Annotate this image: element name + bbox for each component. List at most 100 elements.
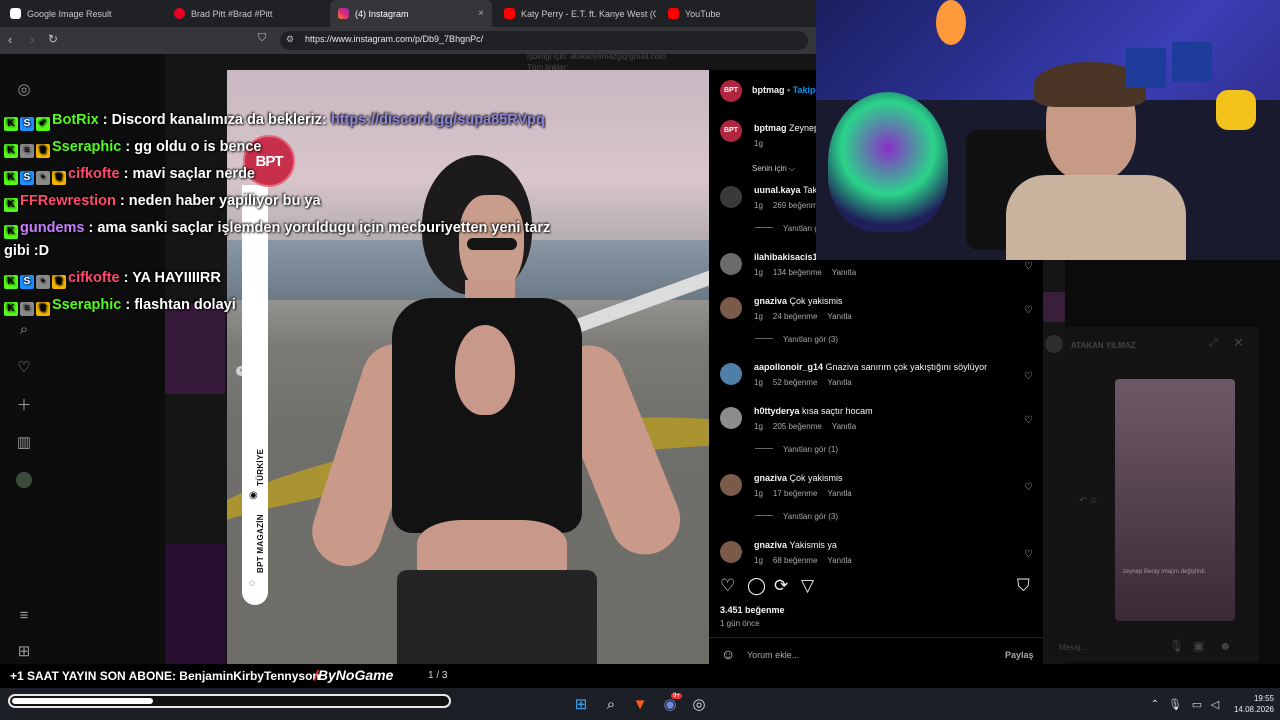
clock[interactable]: 19:55 14.08.2026 <box>1226 693 1274 715</box>
chat-username[interactable]: FFRewrestion <box>20 193 116 209</box>
tray-chevron-icon[interactable]: ⌃ <box>1146 696 1164 714</box>
tab-google-image[interactable]: Google Image Result <box>2 0 162 27</box>
comment-heart-icon[interactable]: ♡ <box>1024 482 1033 493</box>
avatar[interactable] <box>720 297 742 319</box>
chat-username[interactable]: Sseraphic <box>52 139 121 155</box>
view-replies-button[interactable]: Yanıtları g <box>755 224 819 233</box>
reload-icon[interactable]: ↻ <box>48 32 58 46</box>
chat-link[interactable]: https://discord.gg/supa85RVpq <box>331 112 545 128</box>
avatar[interactable]: BPT <box>720 120 742 142</box>
forward-icon[interactable]: › <box>30 32 34 47</box>
comment-username[interactable]: ilahibakisacis1 <box>754 252 818 262</box>
reply-button[interactable]: Yanıtla <box>827 489 851 498</box>
comment-username[interactable]: gnaziva <box>754 540 787 550</box>
shared-post-preview[interactable]: zeynep Beray imajını değiştirdi. <box>1115 379 1235 621</box>
profile-avatar[interactable] <box>16 472 32 488</box>
url-text[interactable]: https://www.instagram.com/p/Db9_7BhgnPc/ <box>305 34 483 44</box>
windows-start-icon[interactable]: ⊞ <box>572 696 590 714</box>
caption-username[interactable]: bptmag <box>754 123 787 133</box>
comment-username[interactable]: gnaziva <box>754 296 787 306</box>
emoji-icon[interactable]: ☺ <box>721 646 735 662</box>
chat-username[interactable]: cifkofte <box>68 270 120 286</box>
avatar[interactable] <box>720 253 742 275</box>
save-bookmark-icon[interactable]: ⛉ <box>1017 576 1030 596</box>
repost-icon[interactable]: ⟳ <box>774 576 788 596</box>
bookmark-icon[interactable]: ⛉ <box>258 32 266 45</box>
close-tab-icon[interactable]: × <box>478 8 484 19</box>
comment-like-count[interactable]: 134 beğenme <box>773 268 822 277</box>
comment-like-count[interactable]: 52 beğenme <box>773 378 817 387</box>
like-heart-icon[interactable]: ♡ <box>720 576 735 596</box>
avatar[interactable] <box>720 474 742 496</box>
reply-button[interactable]: Yanıtla <box>832 268 856 277</box>
reply-button[interactable]: Yanıtla <box>827 378 851 387</box>
tab-youtube[interactable]: YouTube <box>660 0 810 27</box>
comment-username[interactable]: uunal.kaya <box>754 185 801 195</box>
comment-like-count[interactable]: 17 beğenme <box>773 489 817 498</box>
apps-icon[interactable]: ⊞ <box>16 644 32 660</box>
obs-icon[interactable]: ◎ <box>690 696 708 714</box>
chat-username[interactable]: Sseraphic <box>52 297 121 313</box>
avatar[interactable] <box>720 407 742 429</box>
reply-icon[interactable]: ↶ ☺ <box>1079 495 1098 506</box>
expand-icon[interactable]: ⤢ <box>1209 337 1218 350</box>
view-replies-button[interactable]: Yanıtları gör (3) <box>755 335 838 344</box>
dm-username[interactable]: ATAKAN YILMAZ <box>1071 341 1135 350</box>
brave-browser-icon[interactable]: ▼ <box>631 696 649 714</box>
header-username[interactable]: bptmag • Takip <box>752 85 816 95</box>
comment-heart-icon[interactable]: ♡ <box>1024 415 1033 426</box>
image-icon[interactable]: ▣ <box>1193 639 1204 653</box>
feed-thumbnail[interactable] <box>1043 292 1065 322</box>
close-icon[interactable]: ✕ <box>1233 335 1244 351</box>
comment-heart-icon[interactable]: ♡ <box>1024 305 1033 316</box>
comment-heart-icon[interactable]: ♡ <box>1024 261 1033 272</box>
share-icon[interactable]: ▽ <box>801 576 814 596</box>
network-icon[interactable]: ▭ <box>1188 696 1206 714</box>
dashboard-icon[interactable]: ▥ <box>16 435 32 451</box>
reply-button[interactable]: Yanıtla <box>827 556 851 565</box>
comment-username[interactable]: gnaziva <box>754 473 787 483</box>
avatar[interactable] <box>720 186 742 208</box>
comment-icon[interactable]: ◯ <box>747 576 766 596</box>
sticker-icon[interactable]: ☻ <box>1219 639 1232 653</box>
avatar[interactable] <box>720 363 742 385</box>
comment-heart-icon[interactable]: ♡ <box>1024 371 1033 382</box>
post-image[interactable] <box>227 70 709 672</box>
comment-username[interactable]: h0ttyderya <box>754 406 800 416</box>
header-username-text[interactable]: bptmag <box>752 85 785 95</box>
chat-username[interactable]: gundems <box>20 220 84 236</box>
heart-icon[interactable]: ♡ <box>16 360 32 376</box>
feed-thumbnail[interactable] <box>165 544 225 664</box>
avatar[interactable] <box>720 541 742 563</box>
search-icon[interactable]: ⌕ <box>16 322 32 338</box>
back-icon[interactable]: ‹ <box>8 32 12 47</box>
chat-username[interactable]: cifkofte <box>68 166 120 182</box>
follow-button[interactable]: Takip <box>793 85 816 95</box>
view-replies-button[interactable]: Yanıtları gör (3) <box>755 512 838 521</box>
tab-brad-pitt[interactable]: Brad Pitt #Brad #Pitt <box>166 0 326 27</box>
comment-like-count[interactable]: 269 beğenme <box>773 201 822 210</box>
tab-katy-perry[interactable]: Katy Perry - E.T. ft. Kanye West (O <box>496 0 656 27</box>
microphone-icon[interactable]: 🎙 <box>1169 639 1184 653</box>
instagram-logo-icon[interactable]: ◎ <box>16 82 32 98</box>
chat-username[interactable]: BotRix <box>52 112 99 128</box>
view-replies-button[interactable]: Yanıtları gör (1) <box>755 445 838 454</box>
comment-username[interactable]: aapollonoir_g14 <box>754 362 823 372</box>
tab-instagram[interactable]: (4) Instagram × <box>330 0 492 27</box>
comment-filter[interactable]: Senin için ⌵ <box>752 164 795 174</box>
search-icon[interactable]: ⌕ <box>602 696 620 714</box>
post-comment-button[interactable]: Paylaş <box>1005 650 1034 660</box>
like-count[interactable]: 3.451 beğenme <box>720 605 785 615</box>
feed-thumbnail[interactable] <box>165 304 225 394</box>
reply-button[interactable]: Yanıtla <box>832 422 856 431</box>
comment-input[interactable]: Yorum ekle... <box>747 650 799 660</box>
menu-icon[interactable]: ≡ <box>16 608 32 624</box>
site-info-icon[interactable]: ⚙ <box>286 34 294 45</box>
avatar[interactable]: BPT <box>720 80 742 102</box>
comment-like-count[interactable]: 24 beğenme <box>773 312 817 321</box>
comment-like-count[interactable]: 205 beğenme <box>773 422 822 431</box>
comment-like-count[interactable]: 68 beğenme <box>773 556 817 565</box>
volume-icon[interactable]: ◁ <box>1206 696 1224 714</box>
message-input[interactable]: Mesaj... <box>1059 643 1087 652</box>
create-icon[interactable]: ＋ <box>16 398 32 414</box>
